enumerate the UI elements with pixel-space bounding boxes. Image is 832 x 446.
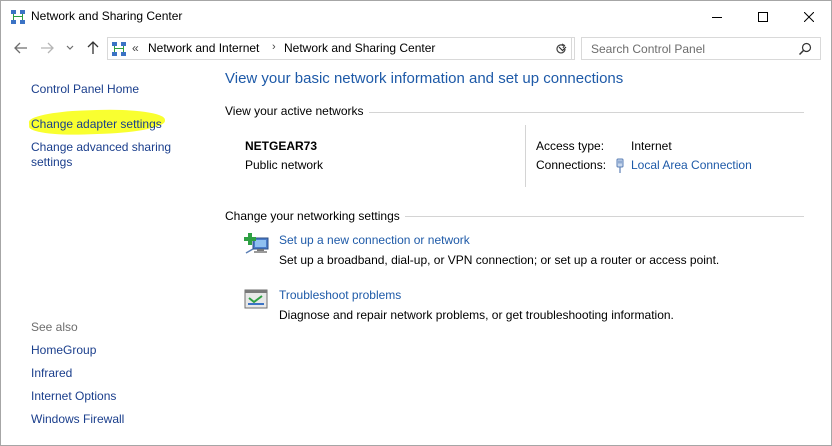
refresh-icon [555, 42, 566, 53]
windows-firewall-link[interactable]: Windows Firewall [31, 412, 124, 426]
new-connection-icon [244, 232, 270, 256]
search-input[interactable]: Search Control Panel [581, 37, 821, 60]
window: Network and Sharing Center « Network and… [0, 0, 832, 446]
breadcrumb-overflow[interactable]: « [132, 41, 139, 55]
active-networks-header: View your active networks [225, 104, 364, 118]
see-also-label: See also [31, 320, 78, 334]
back-button[interactable] [11, 38, 31, 58]
breadcrumb-network-and-internet[interactable]: Network and Internet [148, 41, 259, 55]
setup-new-connection-link[interactable]: Set up a new connection or network [279, 233, 470, 247]
troubleshoot-problems-description: Diagnose and repair network problems, or… [279, 308, 674, 322]
breadcrumb-network-and-sharing-center[interactable]: Network and Sharing Center [284, 41, 435, 55]
divider [405, 216, 804, 217]
window-title: Network and Sharing Center [31, 9, 183, 23]
infrared-link[interactable]: Infrared [31, 366, 72, 380]
divider [369, 112, 804, 113]
page-title: View your basic network information and … [225, 70, 624, 87]
network-center-icon [10, 9, 26, 25]
search-placeholder: Search Control Panel [591, 42, 706, 56]
breadcrumb-separator[interactable]: › [272, 41, 276, 53]
network-type[interactable]: Public network [245, 158, 323, 172]
control-panel-home-link[interactable]: Control Panel Home [31, 82, 139, 96]
ethernet-icon [614, 158, 626, 174]
change-adapter-settings-link[interactable]: Change adapter settings [31, 117, 162, 131]
recent-locations-button[interactable] [63, 38, 77, 58]
setup-new-connection-description: Set up a broadband, dial-up, or VPN conn… [279, 253, 720, 267]
title-bar: Network and Sharing Center [1, 1, 831, 32]
connections-label: Connections: [536, 158, 607, 172]
maximize-button[interactable] [740, 1, 786, 32]
close-button[interactable] [786, 1, 832, 32]
troubleshoot-icon [244, 288, 270, 312]
forward-button[interactable] [37, 38, 57, 58]
access-type-value: Internet [631, 139, 672, 153]
troubleshoot-problems-link[interactable]: Troubleshoot problems [279, 288, 401, 302]
navigation-bar: « Network and Internet › Network and Sha… [1, 32, 831, 64]
internet-options-link[interactable]: Internet Options [31, 389, 116, 403]
up-button[interactable] [83, 38, 103, 58]
local-area-connection-link[interactable]: Local Area Connection [631, 158, 752, 172]
minimize-button[interactable] [694, 1, 740, 32]
networking-settings-header: Change your networking settings [225, 209, 400, 223]
divider [525, 125, 526, 187]
network-name: NETGEAR73 [245, 139, 318, 153]
homegroup-link[interactable]: HomeGroup [31, 343, 96, 357]
network-center-icon [111, 41, 127, 57]
change-advanced-sharing-settings-link[interactable]: Change advanced sharing settings [31, 140, 191, 170]
address-bar[interactable]: « Network and Internet › Network and Sha… [107, 37, 575, 60]
refresh-button[interactable] [550, 37, 572, 60]
left-navigation-pane: Control Panel Home Change adapter settin… [1, 64, 213, 446]
search-icon[interactable] [798, 42, 812, 56]
access-type-label: Access type: [536, 139, 605, 153]
